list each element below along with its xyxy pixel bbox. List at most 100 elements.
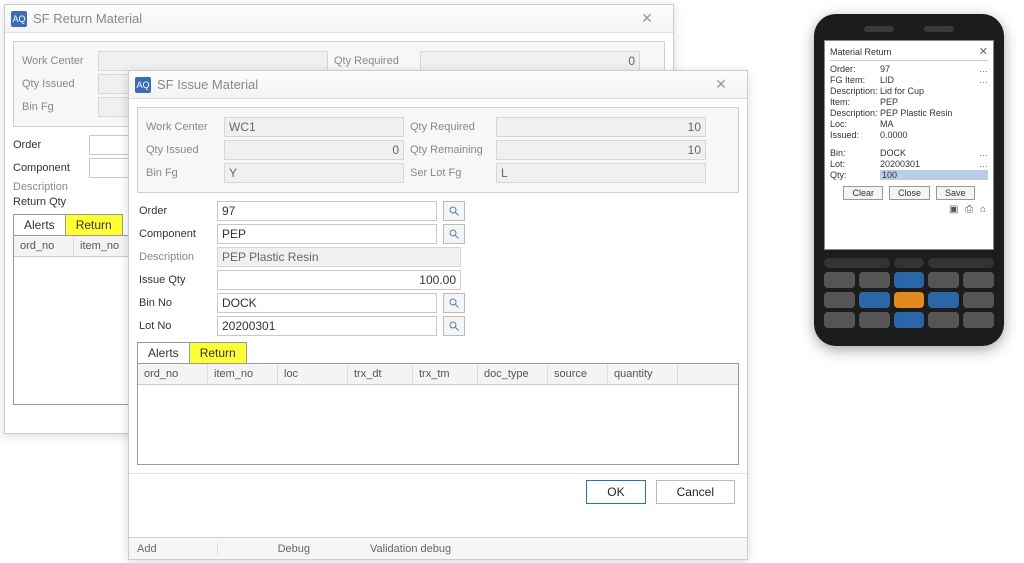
ellipsis-icon[interactable]: … — [976, 64, 988, 74]
label-description: Description — [13, 181, 83, 193]
mobile-buttons: Clear Close Save — [830, 186, 988, 200]
m-label-desc1: Description: — [830, 86, 880, 96]
key[interactable] — [928, 258, 994, 268]
order-lookup-button[interactable] — [443, 201, 465, 221]
tab-alerts[interactable]: Alerts — [138, 343, 190, 363]
bin-lookup-button[interactable] — [443, 293, 465, 313]
key[interactable] — [824, 292, 855, 308]
order-input[interactable] — [217, 201, 437, 221]
bin-no-input[interactable] — [217, 293, 437, 313]
m-desc2: PEP Plastic Resin — [880, 108, 988, 118]
m-lot[interactable]: 20200301 — [880, 159, 976, 169]
key[interactable] — [963, 272, 994, 288]
ellipsis-icon[interactable]: … — [976, 159, 988, 169]
close-icon[interactable]: ✕ — [627, 8, 667, 30]
key[interactable] — [824, 312, 855, 328]
label-qty-issued: Qty Issued — [146, 144, 218, 156]
ellipsis-icon[interactable]: … — [976, 75, 988, 85]
search-icon — [448, 205, 460, 217]
m-loc[interactable]: MA — [880, 119, 988, 129]
key[interactable] — [824, 258, 890, 268]
col-ord-no[interactable]: ord_no — [138, 364, 208, 384]
ok-button[interactable]: OK — [586, 480, 645, 504]
status-debug: Debug — [278, 543, 310, 555]
search-icon — [448, 297, 460, 309]
label-bin-fg: Bin Fg — [146, 167, 218, 179]
m-fgitem[interactable]: LID — [880, 75, 976, 85]
m-item[interactable]: PEP — [880, 97, 988, 107]
key[interactable] — [894, 312, 925, 328]
mobile-close-icon[interactable]: ✕ — [979, 45, 988, 58]
col-quantity[interactable]: quantity — [608, 364, 678, 384]
tab-return[interactable]: Return — [66, 215, 122, 235]
key[interactable] — [928, 292, 959, 308]
key[interactable] — [824, 272, 855, 288]
key[interactable] — [859, 292, 890, 308]
m-label-loc: Loc: — [830, 119, 880, 129]
issue-material-window: AQ SF Issue Material ✕ Work Center Qty R… — [128, 70, 748, 560]
label-issue-qty: Issue Qty — [139, 274, 211, 286]
m-issued: 0.0000 — [880, 130, 988, 140]
key[interactable] — [928, 312, 959, 328]
tab-return[interactable]: Return — [190, 343, 246, 363]
col-doc-type[interactable]: doc_type — [478, 364, 548, 384]
issue-qty-remaining[interactable] — [496, 140, 706, 160]
cancel-button[interactable]: Cancel — [656, 480, 735, 504]
issue-qty-input[interactable] — [217, 270, 461, 290]
status-add: Add — [137, 543, 218, 555]
mobile-save-button[interactable]: Save — [936, 186, 975, 200]
status-vdebug: Validation debug — [370, 543, 451, 555]
app-icon: AQ — [11, 11, 27, 27]
issue-tabs: Alerts Return — [137, 342, 247, 363]
issue-qty-issued[interactable] — [224, 140, 404, 160]
m-label-lot: Lot: — [830, 159, 880, 169]
col-source[interactable]: source — [548, 364, 608, 384]
mobile-clear-button[interactable]: Clear — [843, 186, 883, 200]
key[interactable] — [963, 312, 994, 328]
key[interactable] — [859, 312, 890, 328]
m-label-issued: Issued: — [830, 130, 880, 140]
description-field — [217, 247, 461, 267]
key[interactable] — [894, 258, 925, 268]
issue-titlebar[interactable]: AQ SF Issue Material ✕ — [129, 71, 747, 99]
ellipsis-icon[interactable]: … — [976, 148, 988, 158]
return-titlebar[interactable]: AQ SF Return Material ✕ — [5, 5, 673, 33]
key[interactable] — [894, 292, 925, 308]
issue-qty-required[interactable] — [496, 117, 706, 137]
col-trx-tm[interactable]: trx_tm — [413, 364, 478, 384]
m-qty[interactable]: 100 — [880, 170, 988, 180]
issue-grid[interactable]: ord_no item_no loc trx_dt trx_tm doc_typ… — [137, 363, 739, 465]
key[interactable] — [928, 272, 959, 288]
component-input[interactable] — [217, 224, 437, 244]
tab-alerts[interactable]: Alerts — [14, 215, 66, 235]
key[interactable] — [859, 272, 890, 288]
label-return-qty: Return Qty — [13, 196, 83, 208]
m-order[interactable]: 97 — [880, 64, 976, 74]
col-trx-dt[interactable]: trx_dt — [348, 364, 413, 384]
device-speaker — [824, 26, 994, 36]
col-loc[interactable]: loc — [278, 364, 348, 384]
col-ord-no[interactable]: ord_no — [14, 236, 74, 256]
return-qty-required[interactable] — [420, 51, 640, 71]
mobile-screen: Material Return ✕ Order:97… FG Item:LID…… — [824, 40, 994, 250]
issue-work-center[interactable] — [224, 117, 404, 137]
lot-lookup-button[interactable] — [443, 316, 465, 336]
col-item-no[interactable]: item_no — [208, 364, 278, 384]
mobile-titlebar: Material Return ✕ — [830, 45, 988, 61]
issue-header-group: Work Center Qty Required Qty Issued Qty … — [137, 107, 739, 193]
issue-bin-fg[interactable] — [224, 163, 404, 183]
mobile-close-button[interactable]: Close — [889, 186, 930, 200]
m-bin[interactable]: DOCK — [880, 148, 976, 158]
lot-no-input[interactable] — [217, 316, 437, 336]
label-work-center: Work Center — [22, 55, 92, 67]
key[interactable] — [894, 272, 925, 288]
key[interactable] — [963, 292, 994, 308]
issue-serlot-fg[interactable] — [496, 163, 706, 183]
search-icon — [448, 228, 460, 240]
component-lookup-button[interactable] — [443, 224, 465, 244]
return-tabs: Alerts Return — [13, 214, 123, 235]
close-icon[interactable]: ✕ — [701, 74, 741, 96]
mobile-footer-icons: ▣ ⎙ ⌂ — [830, 204, 988, 215]
label-qty-remaining: Qty Remaining — [410, 144, 490, 156]
return-work-center[interactable] — [98, 51, 328, 71]
